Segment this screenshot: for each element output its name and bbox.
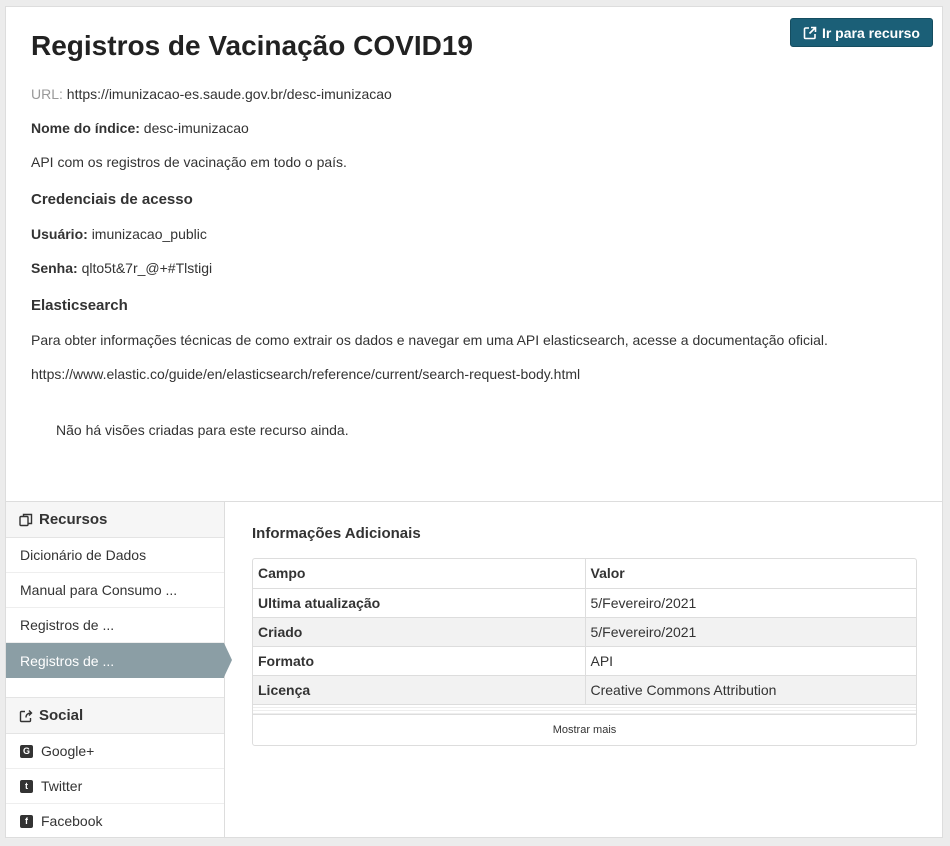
table-row: Criado 5/Fevereiro/2021 bbox=[253, 617, 916, 647]
sidebar-spacer bbox=[6, 678, 224, 698]
google-plus-icon: G bbox=[20, 744, 33, 758]
social-label: Facebook bbox=[41, 813, 103, 829]
user-value: imunizacao_public bbox=[91, 226, 207, 242]
resources-heading: Recursos bbox=[6, 502, 224, 538]
social-label: Twitter bbox=[41, 778, 83, 794]
url-line: URL: https://imunizacao-es.saude.gov.br/… bbox=[31, 84, 917, 104]
value-cell: Creative Commons Attribution bbox=[584, 675, 916, 705]
table-row: Ultima atualização 5/Fevereiro/2021 bbox=[253, 588, 916, 618]
resource-item-label: Registros de ... bbox=[20, 617, 115, 633]
additional-info-table: Campo Valor Ultima atualização 5/Feverei… bbox=[252, 558, 917, 746]
url-label: URL: bbox=[31, 86, 63, 102]
credentials-heading: Credenciais de acesso bbox=[31, 191, 193, 208]
twitter-icon: t bbox=[20, 779, 33, 793]
index-line: Nome do índice: desc-imunizacao bbox=[31, 118, 917, 138]
social-google-plus[interactable]: G Google+ bbox=[6, 734, 224, 769]
elasticsearch-link[interactable]: https://www.elastic.co/guide/en/elastics… bbox=[31, 364, 917, 384]
facebook-icon: f bbox=[20, 814, 33, 828]
url-value[interactable]: https://imunizacao-es.saude.gov.br/desc-… bbox=[67, 86, 392, 102]
resource-item-data-dictionary[interactable]: Dicionário de Dados bbox=[6, 538, 224, 573]
resource-item-consumption-manual[interactable]: Manual para Consumo ... bbox=[6, 573, 224, 608]
no-views-message: Não há visões criadas para este recurso … bbox=[56, 422, 349, 438]
sidebar: Recursos Dicionário de Dados Manual para… bbox=[6, 502, 232, 839]
column-header-value: Valor bbox=[584, 559, 916, 589]
resource-item-registros-1[interactable]: Registros de ... bbox=[6, 608, 224, 643]
social-heading: Social bbox=[6, 698, 224, 734]
go-to-resource-label: Ir para recurso bbox=[821, 24, 920, 41]
index-value: desc-imunizacao bbox=[143, 120, 249, 136]
value-cell: 5/Fevereiro/2021 bbox=[584, 617, 916, 647]
show-more-button[interactable]: Mostrar mais bbox=[253, 715, 916, 745]
go-to-resource-button[interactable]: Ir para recurso bbox=[789, 18, 933, 47]
resource-item-label: Dicionário de Dados bbox=[20, 547, 147, 563]
password-line: Senha: qlto5t&7r_@+#Tlstigi bbox=[31, 258, 917, 278]
additional-info-section: Informações Adicionais Campo Valor Ultim… bbox=[225, 502, 942, 837]
social-label: Google+ bbox=[41, 743, 95, 759]
resource-item-label: Manual para Consumo ... bbox=[20, 582, 178, 598]
copy-icon bbox=[19, 513, 33, 527]
resource-item-registros-active[interactable]: Registros de ... bbox=[6, 643, 232, 678]
bottom-section: Recursos Dicionário de Dados Manual para… bbox=[6, 501, 942, 839]
field-cell: Formato bbox=[253, 646, 585, 676]
field-cell: Criado bbox=[253, 617, 585, 647]
user-line: Usuário: imunizacao_public bbox=[31, 224, 917, 244]
page-title: Registros de Vacinação COVID19 bbox=[31, 30, 473, 61]
social-twitter[interactable]: t Twitter bbox=[6, 769, 224, 804]
field-cell: Ultima atualização bbox=[253, 588, 585, 618]
value-cell: 5/Fevereiro/2021 bbox=[584, 588, 916, 618]
table-row: Formato API bbox=[253, 646, 916, 676]
password-value: qlto5t&7r_@+#Tlstigi bbox=[81, 260, 213, 276]
external-link-icon bbox=[803, 26, 817, 40]
social-facebook[interactable]: f Facebook bbox=[6, 804, 224, 839]
table-row: Licença Creative Commons Attribution bbox=[253, 675, 916, 705]
table-fade-divider bbox=[253, 704, 916, 715]
user-label: Usuário: bbox=[31, 226, 88, 242]
share-icon bbox=[19, 709, 33, 723]
resources-heading-label: Recursos bbox=[39, 511, 108, 528]
password-label: Senha: bbox=[31, 260, 78, 276]
elasticsearch-text: Para obter informações técnicas de como … bbox=[31, 332, 828, 348]
value-cell: API bbox=[584, 646, 916, 676]
index-label: Nome do índice: bbox=[31, 120, 140, 136]
field-cell: Licença bbox=[253, 675, 585, 705]
resource-details: Ir para recurso Registros de Vacinação C… bbox=[6, 7, 942, 501]
resource-description: API com os registros de vacinação em tod… bbox=[31, 154, 347, 170]
column-header-field: Campo bbox=[253, 559, 585, 589]
additional-info-heading: Informações Adicionais bbox=[252, 525, 421, 542]
table-header-row: Campo Valor bbox=[253, 559, 916, 589]
resource-page: Ir para recurso Registros de Vacinação C… bbox=[5, 6, 943, 839]
elasticsearch-heading: Elasticsearch bbox=[31, 297, 128, 314]
social-heading-label: Social bbox=[39, 707, 84, 724]
resource-item-label: Registros de ... bbox=[20, 652, 115, 669]
